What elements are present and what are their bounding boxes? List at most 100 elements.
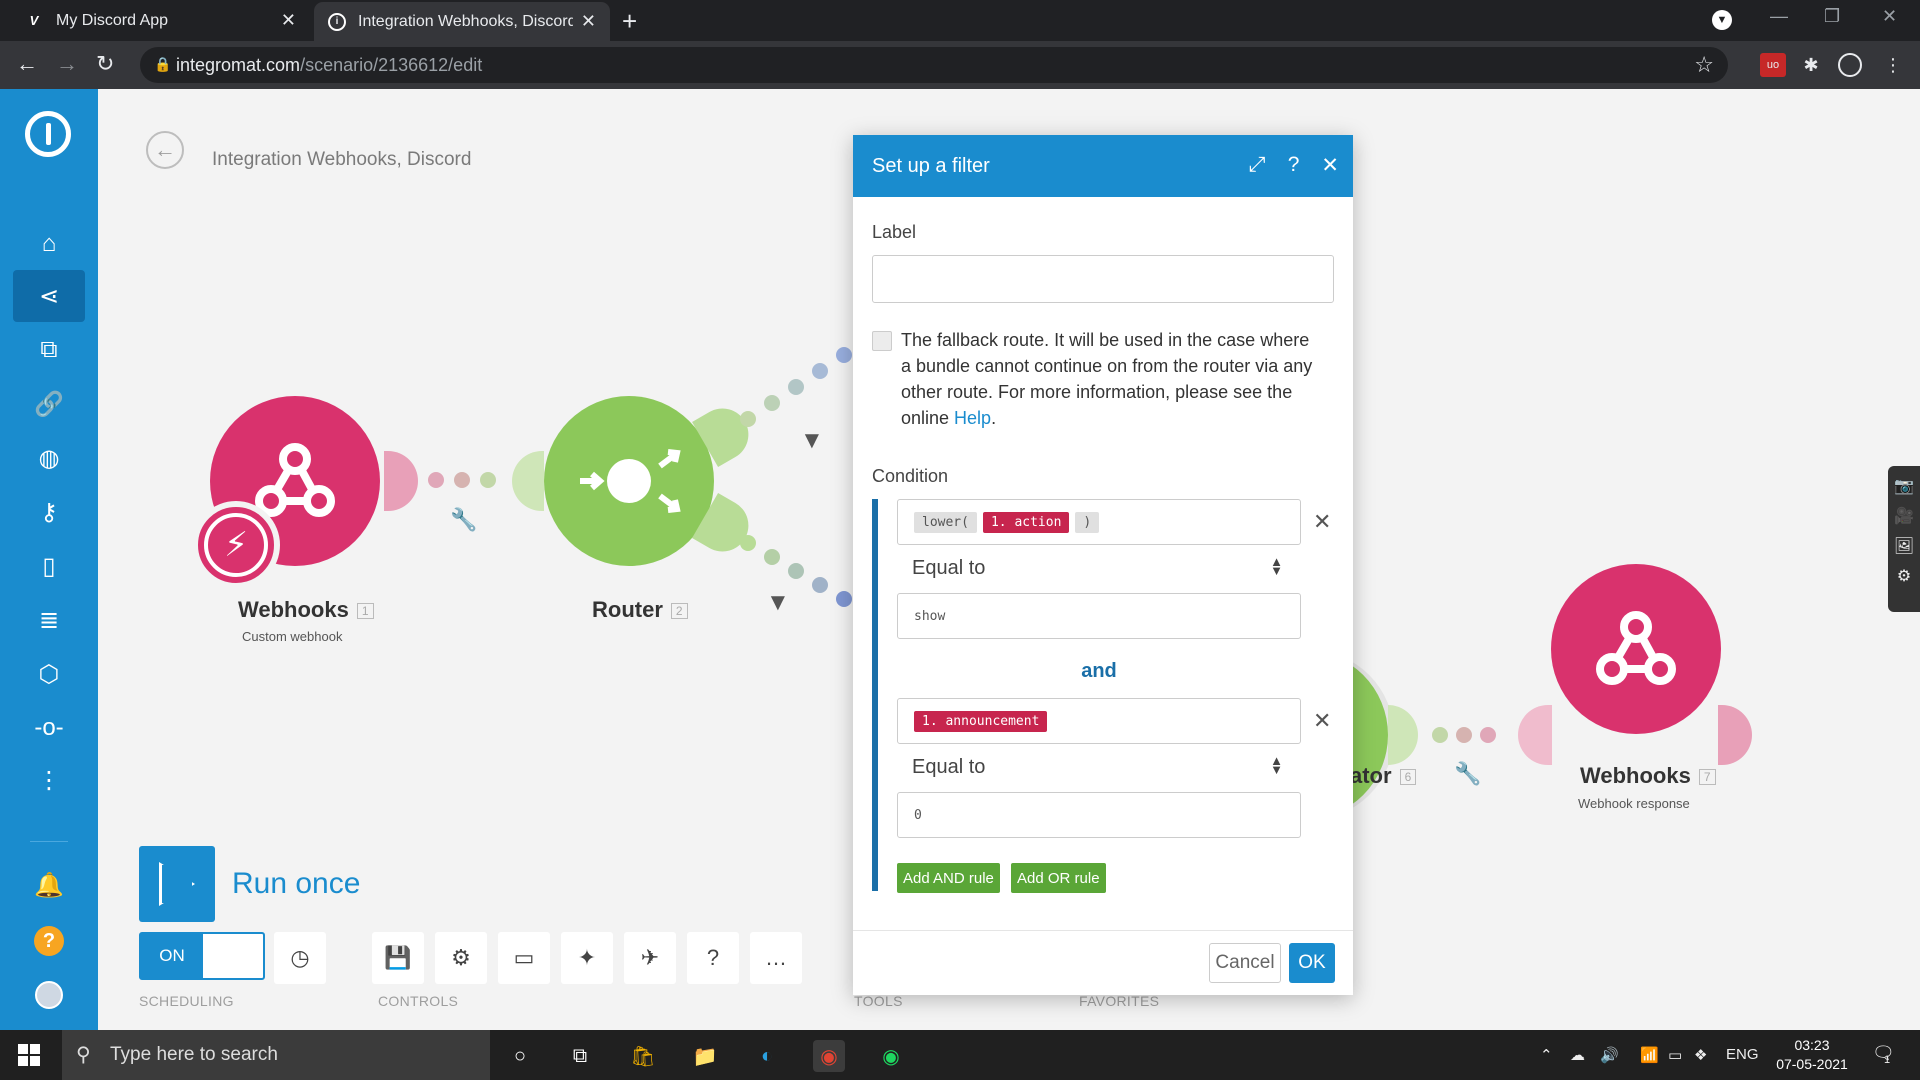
connector-ear [1388,705,1418,765]
data-structures-cube-icon[interactable]: ⬡ [13,648,85,700]
auto-align-wand-icon[interactable]: ✦ [561,932,613,984]
add-and-rule-button[interactable]: Add AND rule [897,863,1000,893]
clock-date: 07-05-2021 [1776,1056,1848,1072]
close-tab-icon[interactable]: ✕ [581,11,596,32]
router-module-2[interactable] [544,396,714,566]
templates-puzzle-icon[interactable]: ⧉ [13,324,85,376]
gallery-icon[interactable]: 🖼 [1888,536,1920,556]
windows-start-icon[interactable] [18,1044,40,1066]
run-once-label[interactable]: Run once [232,867,360,901]
extensions-puzzle-icon[interactable]: ✱ [1798,53,1824,77]
ok-button[interactable]: OK [1289,943,1335,983]
webhooks-module-7[interactable] [1551,564,1721,734]
url-field[interactable]: 🔒 integromat.com/scenario/2136612/edit ☆ [140,47,1728,83]
battery-icon[interactable]: ▭ [1668,1046,1682,1064]
filter-funnel-icon[interactable]: ▼ [766,589,790,617]
home-icon[interactable]: ⌂ [13,218,85,270]
data-stores-database-icon[interactable]: ≣ [13,594,85,646]
system-clock[interactable]: 03:23 07-05-2021 [1770,1036,1854,1074]
webhooks-globe-icon[interactable]: ◍ [13,432,85,484]
ublock-extension-icon[interactable]: uo [1760,53,1786,77]
explain-flow-plane-icon[interactable]: ✈ [624,932,676,984]
operator-select[interactable]: Equal to ▲ ▼ [897,744,1301,790]
help-icon[interactable]: ? [13,915,85,967]
settings-gear-icon[interactable]: ⚙ [1888,566,1920,586]
onedrive-cloud-icon[interactable]: ☁ [1570,1046,1585,1064]
variable-token[interactable]: 1. announcement [914,710,1048,732]
add-or-rule-button[interactable]: Add OR rule [1011,863,1106,893]
reload-icon[interactable]: ↻ [96,51,114,77]
function-token[interactable]: ) [1075,511,1100,533]
help-link[interactable]: Help [954,408,991,428]
wrench-icon[interactable]: 🔧 [1454,761,1481,787]
volume-icon[interactable]: 🔊 [1600,1046,1619,1064]
custom-apps-commit-icon[interactable]: -o- [13,702,85,754]
settings-gear-icon[interactable]: ⚙ [435,932,487,984]
close-window-icon[interactable]: ✕ [1882,6,1897,27]
close-icon[interactable]: ✕ [1321,153,1339,178]
tab-search-icon[interactable]: ▼ [1712,10,1732,30]
camera-icon[interactable]: 📷 [1888,476,1920,496]
remove-rule-close-icon[interactable]: ✕ [1313,708,1331,734]
save-icon[interactable]: 💾 [372,932,424,984]
condition-value-field[interactable]: 0 [897,792,1301,838]
more-vertical-icon[interactable]: ⋮ [13,754,85,806]
scheduling-toggle[interactable]: ON [139,932,265,980]
fallback-route-checkbox[interactable] [872,331,892,351]
restore-icon[interactable]: ❐ [1824,6,1840,27]
spotify-icon[interactable]: ◉ [875,1040,907,1072]
scenarios-share-icon[interactable]: ⋖ [13,270,85,322]
tray-chevron-icon[interactable]: ⌃ [1540,1046,1553,1064]
function-token[interactable]: lower( [914,511,977,533]
connections-link-icon[interactable]: 🔗 [13,378,85,430]
taskbar-search-input[interactable]: ⚲ Type here to search [62,1030,490,1080]
task-view-icon[interactable]: ⧉ [564,1040,596,1072]
wrench-icon[interactable]: 🔧 [450,507,477,533]
schedule-clock-icon[interactable]: ◷ [274,932,326,984]
store-bag-icon[interactable]: 🛍 [627,1040,659,1072]
condition-operand-field[interactable]: 1. announcement [897,698,1301,744]
expand-icon[interactable]: ⤢ [1249,153,1266,178]
cortana-circle-icon[interactable]: ○ [504,1040,536,1072]
file-explorer-icon[interactable]: 📁 [689,1040,721,1072]
route-dot [740,535,756,551]
search-icon: ⚲ [76,1044,91,1066]
devices-phone-icon[interactable]: ▯ [13,540,85,592]
lightning-icon: ⚡ [204,513,268,577]
browser-menu-icon[interactable]: ⋮ [1880,53,1906,77]
minimize-icon[interactable]: — [1770,6,1788,27]
integromat-logo[interactable] [25,111,71,157]
variable-token[interactable]: 1. action [982,511,1070,533]
tab-my-discord-app[interactable]: V My Discord App ✕ [10,0,310,41]
cancel-button[interactable]: Cancel [1209,943,1281,983]
condition-value-field[interactable]: show [897,593,1301,639]
back-arrow-icon[interactable]: ← [16,51,38,77]
back-circle-icon[interactable]: ← [146,131,184,169]
notifications-bell-icon[interactable]: 🔔 [13,859,85,911]
dropbox-icon[interactable]: ❖ [1694,1046,1707,1064]
keys-icon[interactable]: ⚷ [13,486,85,538]
edge-browser-icon[interactable]: ◐ [751,1040,783,1072]
notes-icon[interactable]: ▭ [498,932,550,984]
remove-rule-close-icon[interactable]: ✕ [1313,509,1331,535]
condition-operand-field[interactable]: lower( 1. action ) [897,499,1301,545]
network-icon[interactable]: 📶 [1640,1046,1659,1064]
operator-select[interactable]: Equal to ▲ ▼ [897,545,1301,591]
label-input[interactable] [872,255,1334,303]
new-tab-icon[interactable]: + [622,6,637,37]
more-options-icon[interactable]: … [750,932,802,984]
user-avatar[interactable] [13,969,85,1021]
forward-arrow-icon[interactable]: → [56,51,78,77]
help-question-icon[interactable]: ? [687,932,739,984]
help-question-icon[interactable]: ? [1288,153,1300,178]
chrome-browser-icon[interactable]: ◉ [813,1040,845,1072]
language-indicator[interactable]: ENG [1726,1046,1759,1063]
route-dot [836,347,852,363]
run-once-button[interactable] [139,846,215,922]
bookmark-star-icon[interactable]: ☆ [1694,52,1714,78]
video-icon[interactable]: 🎥 [1888,506,1920,526]
tab-integration-webhooks[interactable]: i Integration Webhooks, Discord | Integr… [314,2,610,41]
filter-funnel-icon[interactable]: ▼ [800,427,824,455]
profile-avatar-icon[interactable] [1838,53,1862,77]
close-tab-icon[interactable]: ✕ [281,10,296,31]
